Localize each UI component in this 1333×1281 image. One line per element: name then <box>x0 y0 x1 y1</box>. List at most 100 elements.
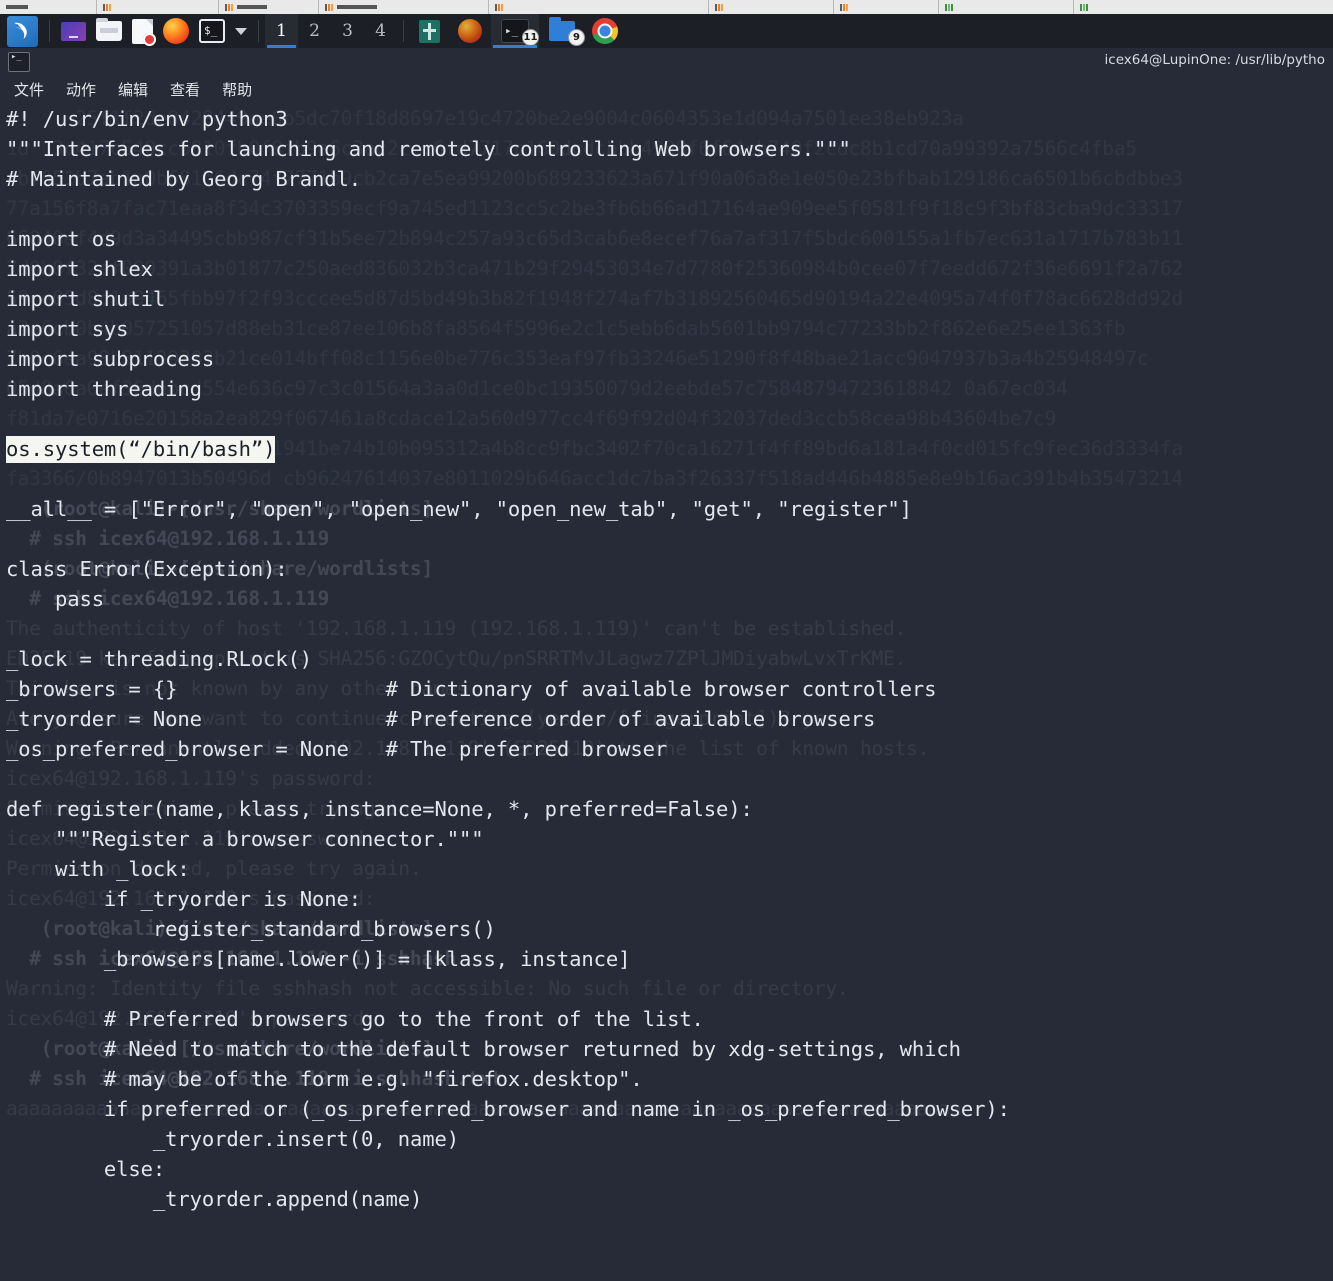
editor-selected-line[interactable]: os.system(“/bin/bash”) <box>6 434 1333 464</box>
chart-icon-green <box>945 3 954 11</box>
window-count-badge: 9 <box>568 29 585 46</box>
editor-line[interactable] <box>6 614 1333 644</box>
terminal-canvas[interactable]: 25f1f2de8428449ae0b5dc70f18d8697e19c4720… <box>0 102 1333 1281</box>
launcher-terminal[interactable] <box>194 14 230 48</box>
editor-line[interactable]: _os_preferred_browser = None # The prefe… <box>6 734 1333 764</box>
editor-line[interactable]: __all__ = ["Error", "open", "open_new", … <box>6 494 1333 524</box>
editor-line[interactable]: import os <box>6 224 1333 254</box>
workspace-3[interactable]: 3 <box>331 14 364 48</box>
terminal-titlebar: icex64@LupinOne: /usr/lib/pytho <box>0 48 1333 76</box>
chart-bar <box>237 5 267 9</box>
editor-line[interactable]: #! /usr/bin/env python3 <box>6 104 1333 134</box>
workspace-1[interactable]: 1 <box>265 14 298 48</box>
firefox-icon <box>458 19 482 43</box>
file-manager-icon <box>96 18 122 41</box>
workspace-4[interactable]: 4 <box>364 14 397 48</box>
strip-cell[interactable] <box>0 0 97 14</box>
editor-line[interactable]: class Error(Exception): <box>6 554 1333 584</box>
launcher-file-manager[interactable] <box>91 14 127 48</box>
workspace-2[interactable]: 2 <box>298 14 331 48</box>
editor-line[interactable]: """Interfaces for launching and remotely… <box>6 134 1333 164</box>
editor-line[interactable]: pass <box>6 584 1333 614</box>
editor-line[interactable]: import shlex <box>6 254 1333 284</box>
taskbar-divider <box>403 20 404 42</box>
strip-cell[interactable] <box>319 0 489 14</box>
menu-bar: 文件 动作 编辑 查看 帮助 <box>0 76 1333 102</box>
taskbar-divider <box>258 20 259 42</box>
editor-line[interactable] <box>6 974 1333 1004</box>
editor-line[interactable]: # Preferred browsers go to the front of … <box>6 1004 1333 1034</box>
editor-line[interactable]: if _tryorder is None: <box>6 884 1333 914</box>
editor-line[interactable]: import subprocess <box>6 344 1333 374</box>
menu-item-edit[interactable]: 编辑 <box>118 79 148 100</box>
editor-line[interactable] <box>6 524 1333 554</box>
window-file-manager[interactable]: 9 <box>539 14 585 48</box>
window-green-app[interactable] <box>410 14 449 48</box>
window-title: icex64@LupinOne: /usr/lib/pytho <box>1104 52 1325 68</box>
chart-icon <box>325 3 334 11</box>
editor-line[interactable]: # may be of the form e.g. "firefox.deskt… <box>6 1064 1333 1094</box>
background-window-strip <box>0 0 1333 14</box>
editor-line[interactable]: import sys <box>6 314 1333 344</box>
editor-line[interactable]: _tryorder.insert(0, name) <box>6 1124 1333 1154</box>
strip-cell[interactable] <box>97 0 219 14</box>
editor-text-layer[interactable]: #! /usr/bin/env python3 """Interfaces for… <box>0 102 1333 1281</box>
editor-line[interactable] <box>6 194 1333 224</box>
editor-line[interactable] <box>6 1214 1333 1244</box>
editor-line[interactable]: _tryorder = None # Preference order of a… <box>6 704 1333 734</box>
kali-menu-button[interactable] <box>0 14 43 48</box>
strip-cell[interactable] <box>939 0 1074 14</box>
editor-line[interactable]: # Maintained by Georg Brandl. <box>6 164 1333 194</box>
editor-line[interactable]: if preferred or (_os_preferred_browser a… <box>6 1094 1333 1124</box>
text-selection[interactable]: os.system(“/bin/bash”) <box>6 436 275 463</box>
monitor-icon <box>61 21 86 41</box>
strip-cell[interactable] <box>489 0 709 14</box>
editor-line[interactable]: _lock = threading.RLock() <box>6 644 1333 674</box>
chart-icon <box>225 3 234 11</box>
editor-line[interactable]: register_standard_browsers() <box>6 914 1333 944</box>
menu-item-view[interactable]: 查看 <box>170 79 200 100</box>
window-count-badge: 11 <box>522 29 539 46</box>
chrome-icon <box>592 18 618 44</box>
strip-cell[interactable] <box>1074 0 1333 14</box>
editor-line[interactable]: import threading <box>6 374 1333 404</box>
editor-line[interactable]: # Need to match to the default browser r… <box>6 1034 1333 1064</box>
chart-icon <box>715 3 724 11</box>
menu-item-actions[interactable]: 动作 <box>66 79 96 100</box>
terminal-window: icex64@LupinOne: /usr/lib/pytho 文件 动作 编辑… <box>0 48 1333 1281</box>
window-firefox[interactable] <box>449 14 491 48</box>
chart-icon <box>495 3 504 11</box>
editor-line[interactable] <box>6 464 1333 494</box>
chart-icon <box>840 3 849 11</box>
menu-item-help[interactable]: 帮助 <box>222 79 252 100</box>
terminal-icon <box>199 19 225 43</box>
editor-line[interactable]: def register(name, klass, instance=None,… <box>6 794 1333 824</box>
taskbar: 1 2 3 4 11 9 <box>0 14 1333 48</box>
window-chrome[interactable] <box>585 14 625 48</box>
editor-line[interactable]: with _lock: <box>6 854 1333 884</box>
kali-dragon-icon <box>7 15 38 47</box>
chart-bar <box>337 5 377 9</box>
launcher-text-editor[interactable] <box>127 14 158 48</box>
applications-dropdown-button[interactable] <box>230 14 252 48</box>
launcher-monitor[interactable] <box>56 14 91 48</box>
editor-line[interactable] <box>6 764 1333 794</box>
taskbar-divider <box>49 20 50 42</box>
editor-line[interactable]: _browsers = {} # Dictionary of available… <box>6 674 1333 704</box>
strip-cell[interactable] <box>709 0 834 14</box>
launcher-firefox[interactable] <box>158 14 194 48</box>
editor-line[interactable]: """Register a browser connector.""" <box>6 824 1333 854</box>
window-terminal[interactable]: 11 <box>491 14 539 48</box>
chart-icon <box>6 5 28 9</box>
editor-line[interactable]: _tryorder.append(name) <box>6 1184 1333 1214</box>
strip-cell[interactable] <box>834 0 939 14</box>
strip-cell[interactable] <box>219 0 319 14</box>
firefox-icon <box>163 18 189 44</box>
editor-line[interactable]: import shutil <box>6 284 1333 314</box>
terminal-tab-icon[interactable] <box>8 52 30 72</box>
editor-line[interactable] <box>6 404 1333 434</box>
editor-line[interactable]: else: <box>6 1154 1333 1184</box>
editor-line[interactable]: _browsers[name.lower()] = [klass, instan… <box>6 944 1333 974</box>
menu-item-file[interactable]: 文件 <box>14 79 44 100</box>
chevron-down-icon <box>235 27 247 35</box>
